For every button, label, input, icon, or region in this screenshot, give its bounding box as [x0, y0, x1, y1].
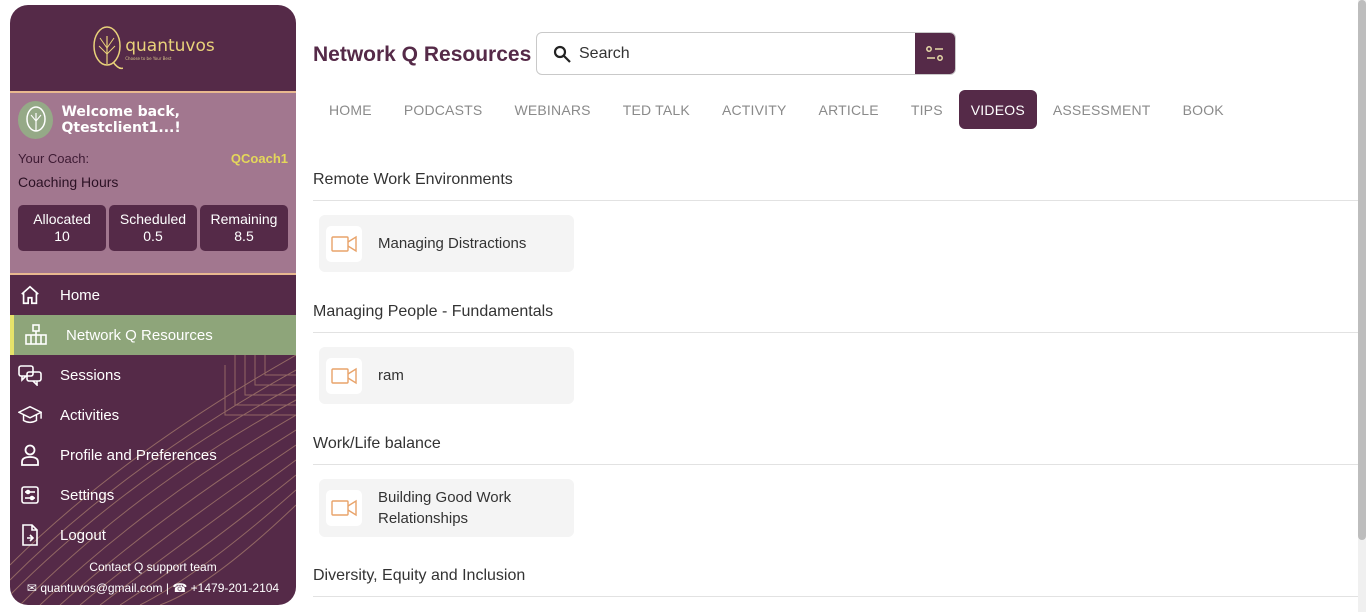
- phone-icon: ☎: [172, 581, 188, 595]
- tree-logo-icon: [93, 26, 124, 70]
- tab-home[interactable]: HOME: [313, 90, 388, 129]
- tab-activity[interactable]: ACTIVITY: [706, 90, 803, 129]
- tab-article[interactable]: ARTICLE: [803, 90, 895, 129]
- logo-area: quantuvos Choose to be Your Best: [10, 5, 296, 93]
- sidebar-item-settings[interactable]: Settings: [10, 475, 296, 515]
- search-input[interactable]: [579, 44, 915, 63]
- search-bar: [536, 32, 956, 75]
- video-title: Building Good Work Relationships: [378, 489, 512, 527]
- graduation-cap-icon: [18, 403, 42, 427]
- sidebar-item-logout-label: Logout: [60, 526, 106, 544]
- network-icon: [24, 323, 48, 347]
- section-divider: [313, 596, 1358, 597]
- sidebar-item-profile-label: Profile and Preferences: [60, 446, 217, 464]
- contact-title: Contact Q support team: [89, 560, 217, 574]
- filter-icon: [926, 45, 943, 61]
- video-camera-icon: [326, 490, 362, 526]
- section-title: Managing People - Fundamentals: [313, 303, 554, 320]
- section-divider: [313, 200, 1358, 201]
- hours-remaining: Remaining 8.5: [200, 205, 288, 251]
- sidebar-item-profile[interactable]: Profile and Preferences: [10, 435, 296, 475]
- tab-videos[interactable]: VIDEOS: [958, 90, 1037, 129]
- scrollbar[interactable]: [1358, 0, 1366, 612]
- sidebar: quantuvos Choose to be Your Best Welcome…: [10, 5, 296, 605]
- tree-avatar-icon: [25, 106, 46, 132]
- sidebar-item-network-q-resources-label: Network Q Resources: [66, 326, 213, 344]
- user-icon: [18, 443, 42, 467]
- avatar[interactable]: [18, 101, 54, 139]
- sidebar-item-network-q-resources[interactable]: Network Q Resources: [10, 315, 296, 355]
- sidebar-item-logout[interactable]: Logout: [10, 515, 296, 555]
- home-icon: [18, 283, 42, 307]
- filter-button[interactable]: [915, 33, 955, 74]
- coaching-hours: Allocated 10 Scheduled 0.5 Remaining 8.5: [18, 205, 288, 251]
- hours-remaining-label: Remaining: [210, 211, 278, 227]
- video-title: ram: [378, 367, 404, 384]
- coach-label: Your Coach:: [18, 151, 90, 166]
- video-card[interactable]: Managing Distractions: [319, 215, 574, 272]
- profile-panel: Welcome back, Qtestclient1...! Your Coac…: [10, 93, 296, 275]
- video-card[interactable]: Building Good Work Relationships: [319, 479, 574, 537]
- resource-tabs: HOME PODCASTS WEBINARS TED TALK ACTIVITY…: [313, 90, 1240, 129]
- brand-name: quantuvos: [125, 35, 215, 56]
- video-camera-icon: [326, 225, 362, 262]
- welcome-message: Welcome back, Qtestclient1...!: [61, 104, 181, 136]
- section-title: Work/Life balance: [313, 435, 441, 452]
- search-icon: [553, 45, 571, 63]
- mail-icon: ✉: [26, 581, 37, 595]
- chat-icon: [18, 363, 42, 387]
- brand-tagline: Choose to be Your Best: [125, 55, 172, 61]
- logout-icon: [18, 523, 42, 547]
- sidebar-item-sessions[interactable]: Sessions: [10, 355, 296, 395]
- hours-scheduled: Scheduled 0.5: [109, 205, 197, 251]
- tab-book[interactable]: BOOK: [1167, 90, 1240, 129]
- video-title: Managing Distractions: [378, 235, 527, 252]
- section-title: Remote Work Environments: [313, 171, 513, 188]
- tab-webinars[interactable]: WEBINARS: [498, 90, 606, 129]
- coaching-hours-title: Coaching Hours: [18, 174, 119, 190]
- welcome-row: Welcome back, Qtestclient1...!: [18, 101, 288, 139]
- sidebar-item-home[interactable]: Home: [10, 275, 296, 315]
- contact-phone[interactable]: +1479-201-2104: [191, 581, 279, 595]
- scrollbar-thumb[interactable]: [1358, 0, 1366, 540]
- contact-email[interactable]: quantuvos@gmail.com: [40, 581, 162, 595]
- contact-support: Contact Q support team ✉ quantuvos@gmail…: [10, 557, 296, 599]
- sidebar-item-activities[interactable]: Activities: [10, 395, 296, 435]
- hours-allocated: Allocated 10: [18, 205, 106, 251]
- tab-podcasts[interactable]: PODCASTS: [388, 90, 499, 129]
- section-divider: [313, 332, 1358, 333]
- hours-remaining-value: 8.5: [234, 228, 254, 244]
- video-camera-icon: [326, 357, 362, 394]
- hours-scheduled-label: Scheduled: [119, 211, 187, 227]
- coach-name[interactable]: QCoach1: [231, 151, 288, 166]
- coach-row: Your Coach: QCoach1: [18, 151, 288, 166]
- hours-scheduled-value: 0.5: [143, 228, 163, 244]
- page-title: Network Q Resources: [313, 43, 532, 66]
- tab-ted-talk[interactable]: TED TALK: [607, 90, 706, 129]
- settings-icon: [18, 483, 42, 507]
- sidebar-item-activities-label: Activities: [60, 406, 120, 424]
- contact-separator: |: [165, 581, 170, 595]
- tab-assessment[interactable]: ASSESSMENT: [1037, 90, 1167, 129]
- section-divider: [313, 464, 1358, 465]
- hours-allocated-value: 10: [54, 228, 70, 244]
- hours-allocated-label: Allocated: [33, 211, 91, 227]
- brand-logo[interactable]: quantuvos Choose to be Your Best: [91, 24, 215, 72]
- tab-tips[interactable]: TIPS: [895, 90, 959, 129]
- sidebar-item-home-label: Home: [60, 286, 101, 304]
- section-title: Diversity, Equity and Inclusion: [313, 567, 526, 584]
- sidebar-item-settings-label: Settings: [60, 486, 115, 504]
- app-root: quantuvos Choose to be Your Best Welcome…: [0, 0, 1366, 612]
- contact-details: ✉ quantuvos@gmail.com | ☎ +1479-201-2104: [10, 578, 296, 599]
- video-card[interactable]: ram: [319, 347, 574, 404]
- sidebar-item-sessions-label: Sessions: [60, 366, 121, 384]
- sidebar-nav: Home Network Q Resources Sessions Activi…: [10, 275, 296, 605]
